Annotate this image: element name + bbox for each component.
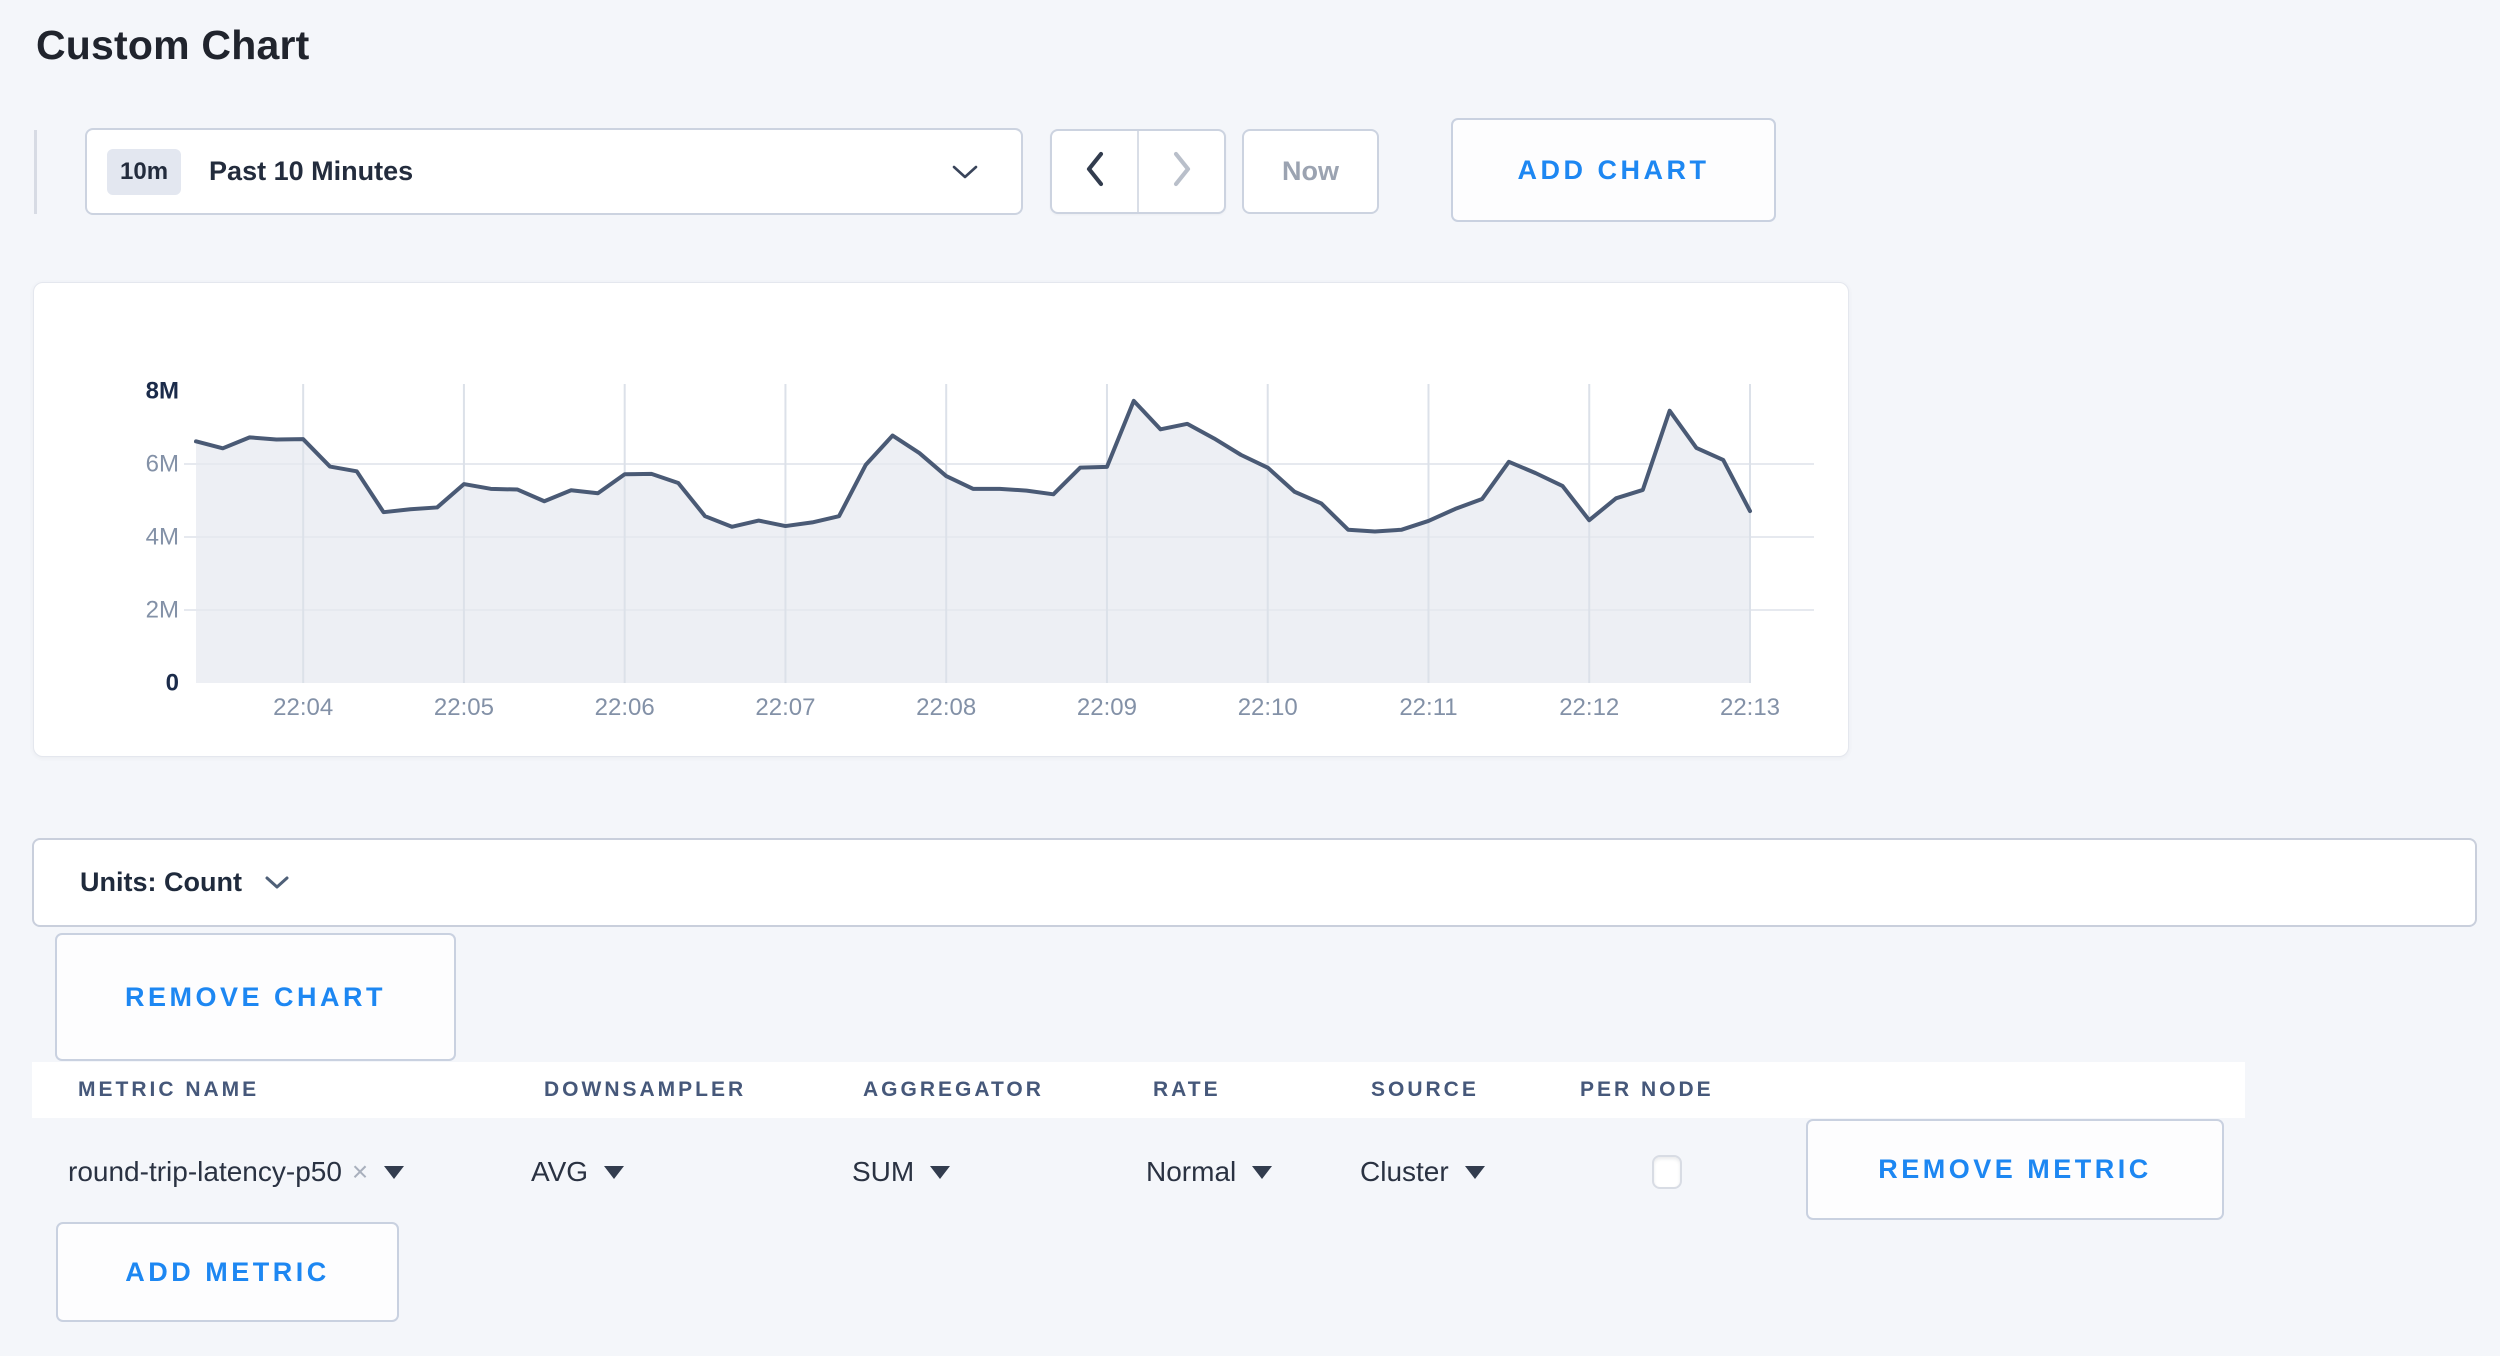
- metric-name-dropdown[interactable]: round-trip-latency-p50 ×: [68, 1156, 404, 1188]
- caret-down-icon: [604, 1166, 624, 1179]
- chevron-right-icon: [1171, 150, 1193, 193]
- header-metric-name: METRIC NAME: [78, 1078, 259, 1102]
- caret-down-icon: [1465, 1166, 1485, 1179]
- now-button[interactable]: Now: [1242, 129, 1379, 214]
- time-range-badge: 10m: [107, 149, 181, 195]
- aggregator-dropdown[interactable]: SUM: [852, 1156, 950, 1188]
- svg-text:22:12: 22:12: [1559, 694, 1619, 721]
- svg-text:0: 0: [166, 669, 179, 696]
- svg-text:2M: 2M: [146, 596, 179, 623]
- add-chart-button[interactable]: ADD CHART: [1451, 118, 1776, 222]
- source-value: Cluster: [1360, 1156, 1449, 1188]
- source-dropdown[interactable]: Cluster: [1360, 1156, 1485, 1188]
- custom-chart-card: 0 2M 4M 6M 8M 22:04 22:05 22:06 22:07 22:08 22:09 2…: [33, 282, 1849, 757]
- caret-down-icon: [930, 1166, 950, 1179]
- svg-text:6M: 6M: [146, 450, 179, 477]
- downsampler-value: AVG: [531, 1156, 588, 1188]
- remove-chart-label: REMOVE CHART: [125, 982, 386, 1013]
- remove-metric-button[interactable]: REMOVE METRIC: [1806, 1119, 2224, 1220]
- aggregator-value: SUM: [852, 1156, 914, 1188]
- header-per-node: PER NODE: [1580, 1078, 1714, 1102]
- time-range-dropdown[interactable]: 10m Past 10 Minutes: [85, 128, 1023, 215]
- page-title: Custom Chart: [36, 22, 309, 69]
- clear-metric-icon[interactable]: ×: [352, 1156, 368, 1188]
- svg-text:22:07: 22:07: [755, 694, 815, 721]
- caret-down-icon: [384, 1166, 404, 1179]
- metrics-table-header: METRIC NAME DOWNSAMPLER AGGREGATOR RATE …: [32, 1062, 2245, 1118]
- chevron-left-icon: [1084, 150, 1106, 193]
- next-time-button[interactable]: [1139, 131, 1224, 212]
- units-label: Units: Count: [80, 867, 242, 898]
- caret-down-icon: [1252, 1166, 1272, 1179]
- add-metric-label: ADD METRIC: [125, 1257, 330, 1288]
- add-metric-button[interactable]: ADD METRIC: [56, 1222, 399, 1322]
- metric-name-value: round-trip-latency-p50: [68, 1156, 342, 1188]
- svg-text:22:10: 22:10: [1238, 694, 1298, 721]
- prev-time-button[interactable]: [1052, 131, 1139, 212]
- header-rate: RATE: [1153, 1078, 1221, 1102]
- rate-value: Normal: [1146, 1156, 1236, 1188]
- chevron-down-icon: [264, 874, 290, 891]
- header-source: SOURCE: [1371, 1078, 1479, 1102]
- svg-text:22:11: 22:11: [1399, 694, 1457, 721]
- svg-text:22:04: 22:04: [273, 694, 333, 721]
- svg-text:22:06: 22:06: [595, 694, 655, 721]
- svg-text:4M: 4M: [146, 523, 179, 550]
- chevron-down-icon: [951, 163, 979, 181]
- per-node-checkbox[interactable]: [1652, 1155, 1682, 1189]
- svg-text:22:09: 22:09: [1077, 694, 1137, 721]
- time-range-label: Past 10 Minutes: [209, 156, 413, 187]
- time-window-accent-divider: [34, 130, 37, 214]
- rate-dropdown[interactable]: Normal: [1146, 1156, 1272, 1188]
- header-downsampler: DOWNSAMPLER: [544, 1078, 746, 1102]
- units-dropdown[interactable]: Units: Count: [32, 838, 2477, 927]
- timeseries-chart: 0 2M 4M 6M 8M 22:04 22:05 22:06 22:07 22:08 22:09 2…: [34, 283, 1848, 756]
- remove-chart-button[interactable]: REMOVE CHART: [55, 933, 456, 1061]
- add-chart-label: ADD CHART: [1518, 155, 1710, 186]
- svg-text:22:08: 22:08: [916, 694, 976, 721]
- header-aggregator: AGGREGATOR: [863, 1078, 1044, 1102]
- svg-text:22:05: 22:05: [434, 694, 494, 721]
- svg-text:8M: 8M: [146, 377, 179, 404]
- downsampler-dropdown[interactable]: AVG: [531, 1156, 624, 1188]
- remove-metric-label: REMOVE METRIC: [1878, 1154, 2152, 1185]
- svg-text:22:13: 22:13: [1720, 694, 1780, 721]
- now-button-label: Now: [1282, 156, 1339, 187]
- time-step-button-group: [1050, 129, 1226, 214]
